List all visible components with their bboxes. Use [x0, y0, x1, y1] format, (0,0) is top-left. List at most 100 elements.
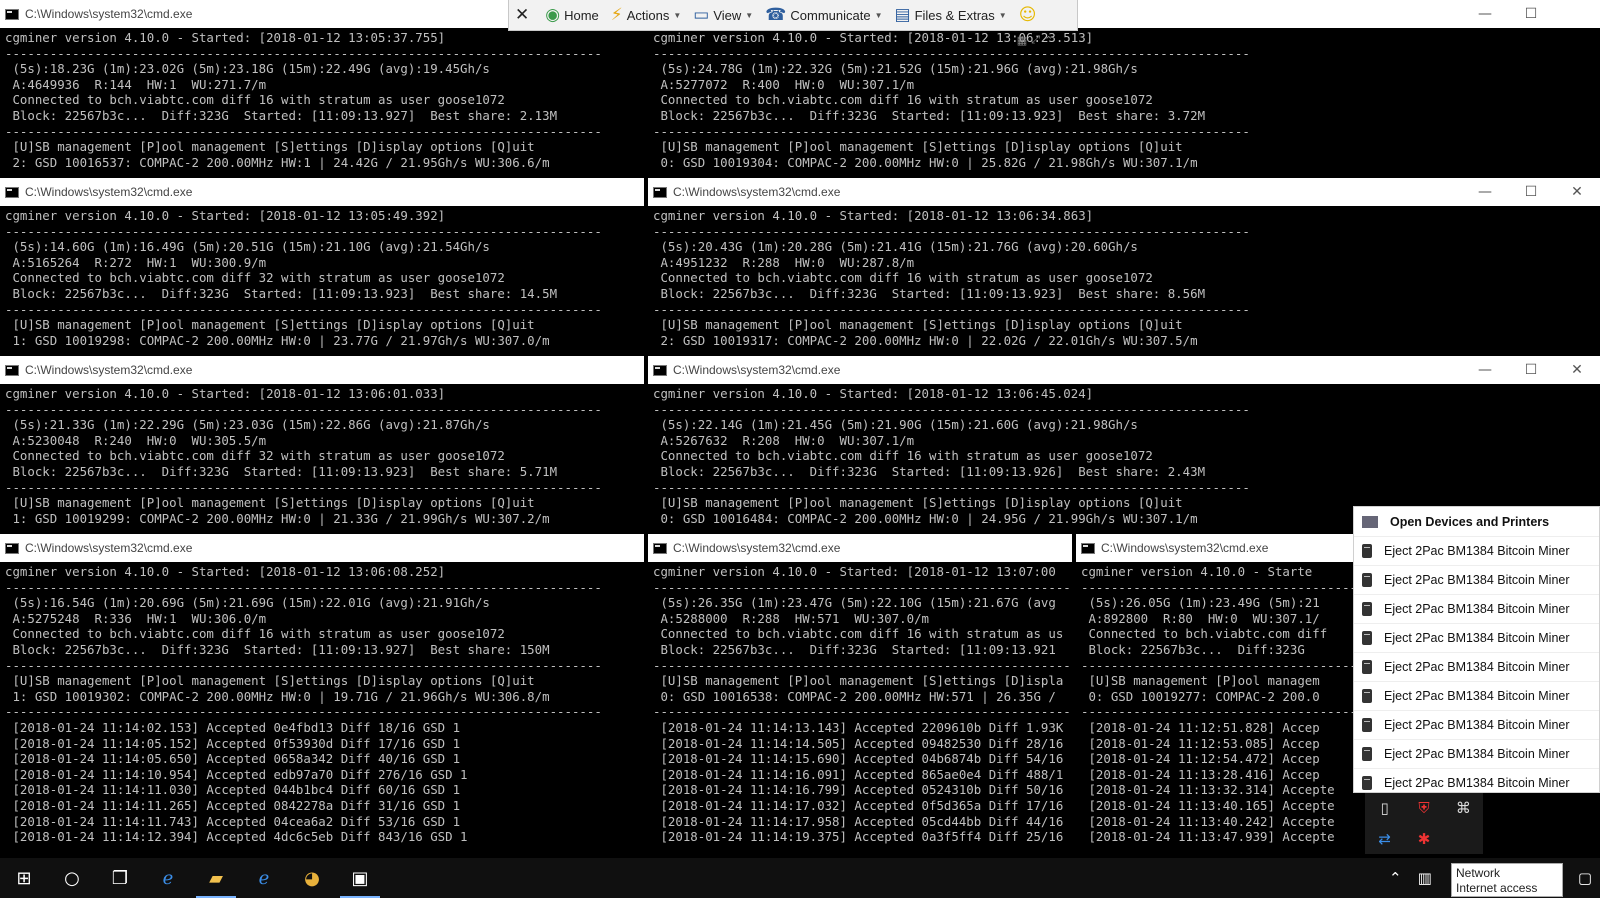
- eject-device-item[interactable]: Eject 2Pac BM1384 Bitcoin Miner: [1354, 681, 1599, 710]
- eject-device-item[interactable]: Eject 2Pac BM1384 Bitcoin Miner: [1354, 536, 1599, 565]
- window-titlebar[interactable]: C:\Windows\system32\cmd.exe — ☐ ✕: [648, 356, 1600, 384]
- usb-device-icon: [1362, 747, 1372, 761]
- minimize-icon[interactable]: —: [1462, 0, 1508, 28]
- usb-eject-icon[interactable]: ▯: [1381, 799, 1389, 817]
- toolbar-files[interactable]: ▤ Files & Extras ▼: [889, 0, 1013, 30]
- cmd-window-6[interactable]: C:\Windows\system32\cmd.exe — ☐ ✕ cgminer …: [648, 356, 1600, 530]
- cmd-icon: [5, 8, 19, 20]
- cmd-icon: [5, 542, 19, 554]
- console-line: cgminer version 4.10.0 - Started: [2018-…: [653, 208, 1094, 223]
- grid-icon[interactable]: ▦: [1017, 34, 1027, 47]
- console-line: [2018-01-24 11:14:05.152] Accepted 0f539…: [5, 735, 461, 751]
- notification-icon[interactable]: ▢: [1570, 869, 1600, 887]
- console-output[interactable]: cgminer version 4.10.0 - Started: [2018-…: [0, 206, 644, 348]
- console-line: A:5288000 R:288 HW:571 WU:307.0/m: [653, 610, 930, 626]
- console-line: [2018-01-24 11:14:19.375] Accepted 0a3f5…: [653, 829, 1064, 845]
- window-titlebar[interactable]: C:\Windows\system32\cmd.exe — ☐ ✕: [648, 178, 1600, 206]
- close-icon[interactable]: ✕: [1554, 178, 1600, 206]
- security-icon[interactable]: ⛨: [1418, 799, 1429, 817]
- chrome-button[interactable]: ◕: [288, 858, 336, 898]
- toolbar-view[interactable]: ▭ View ▼: [687, 0, 759, 30]
- open-devices-and-printers[interactable]: Open Devices and Printers: [1354, 507, 1599, 536]
- console-line: ----------------------------------------…: [5, 479, 602, 495]
- console-line: cgminer version 4.10.0 - Started: [2018-…: [5, 208, 446, 223]
- close-icon[interactable]: ✕: [1554, 356, 1600, 384]
- cmd-window-5[interactable]: C:\Windows\system32\cmd.exe cgminer vers…: [0, 356, 644, 530]
- cmd-taskbar-button[interactable]: ▣: [336, 858, 384, 898]
- console-line: Block: 22567b3c... Diff:323G Started: [1…: [5, 107, 558, 123]
- eject-device-item[interactable]: Eject 2Pac BM1384 Bitcoin Miner: [1354, 652, 1599, 681]
- start-button[interactable]: ⊞: [0, 858, 48, 898]
- fullscreen-icon[interactable]: ⤢: [1031, 33, 1040, 47]
- console-line: cgminer version 4.10.0 - Started: [2018-…: [5, 564, 446, 579]
- window-titlebar[interactable]: C:\Windows\system32\cmd.exe: [0, 178, 644, 206]
- edge-button[interactable]: ℯ: [144, 858, 192, 898]
- close-icon[interactable]: [1554, 0, 1600, 28]
- remote-app-icon[interactable]: ⇄: [1378, 830, 1391, 848]
- console-line: [2018-01-24 11:13:40.242] Accepte 193/32…: [1081, 813, 1469, 829]
- console-line: [2018-01-24 11:13:40.165] Accepte 62/32 …: [1081, 797, 1462, 813]
- console-line: [2018-01-24 11:14:12.394] Accepted 4dc6c…: [5, 829, 468, 845]
- usb-device-icon: [1362, 602, 1372, 616]
- minimize-icon[interactable]: —: [1462, 356, 1508, 384]
- console-output[interactable]: cgminer version 4.10.0 - Started: [2018-…: [648, 206, 1600, 348]
- eject-device-item[interactable]: Eject 2Pac BM1384 Bitcoin Miner: [1354, 768, 1599, 797]
- eject-device-item[interactable]: Eject 2Pac BM1384 Bitcoin Miner: [1354, 594, 1599, 623]
- cmd-window-4[interactable]: C:\Windows\system32\cmd.exe — ☐ ✕ cgminer …: [648, 178, 1600, 352]
- eject-device-item[interactable]: Eject 2Pac BM1384 Bitcoin Miner: [1354, 565, 1599, 594]
- maximize-icon[interactable]: ☐: [1508, 0, 1554, 28]
- toolbar-actions[interactable]: ⚡ Actions ▼: [605, 0, 688, 30]
- console-line: [2018-01-24 11:14:13.143] Accepted 22096…: [653, 719, 1064, 735]
- console-line: ----------------------------------------…: [653, 301, 1250, 317]
- console-output[interactable]: cgminer version 4.10.0 - Started: [2018-…: [648, 562, 1072, 845]
- cmd-window-3[interactable]: C:\Windows\system32\cmd.exe cgminer vers…: [0, 178, 644, 352]
- lightning-icon: ⚡: [610, 5, 623, 25]
- devices-popup-menu: Open Devices and Printers Eject 2Pac BM1…: [1353, 506, 1600, 793]
- minimize-icon[interactable]: —: [1462, 178, 1508, 206]
- console-line: [U]SB management [P]ool management [S]et…: [5, 139, 535, 155]
- maximize-icon[interactable]: ☐: [1508, 178, 1554, 206]
- task-view-button[interactable]: ❐: [96, 858, 144, 898]
- chevron-up-icon[interactable]: ⌃: [1381, 869, 1410, 887]
- console-output[interactable]: cgminer version 4.10.0 - Started: [2018-…: [0, 28, 644, 170]
- console-line: [2018-01-24 11:14:11.030] Accepted 044b1…: [5, 782, 461, 798]
- window-titlebar[interactable]: C:\Windows\system32\cmd.exe: [0, 356, 644, 384]
- task-view-icon: ❐: [111, 867, 129, 889]
- cmd-window-8[interactable]: C:\Windows\system32\cmd.exe cgminer vers…: [648, 534, 1072, 858]
- collapse-icon[interactable]: ⌃: [1044, 34, 1053, 47]
- console-output[interactable]: cgminer version 4.10.0 - Started: [2018-…: [0, 384, 644, 526]
- network-icon[interactable]: ⌘: [1456, 799, 1471, 817]
- console-line: 0: GSD 10019304: COMPAC-2 200.00MHz HW:0…: [653, 154, 1198, 170]
- explorer-button[interactable]: ▰: [192, 858, 240, 898]
- app-tray-icon[interactable]: ✱: [1418, 830, 1431, 848]
- eject-device-item[interactable]: Eject 2Pac BM1384 Bitcoin Miner: [1354, 623, 1599, 652]
- console-line: A:5267632 R:208 HW:0 WU:307.1/m: [653, 432, 915, 448]
- toolbar-home[interactable]: ◉ Home: [539, 0, 605, 30]
- cmd-icon: [653, 542, 667, 554]
- cmd-window-7[interactable]: C:\Windows\system32\cmd.exe cgminer vers…: [0, 534, 644, 858]
- windows-icon: ⊞: [16, 867, 32, 889]
- printer-icon: [1362, 515, 1378, 528]
- window-titlebar[interactable]: C:\Windows\system32\cmd.exe: [0, 534, 644, 562]
- remote-toolbar: ✕ ◉ Home ⚡ Actions ▼ ▭ View ▼ ☎ Communicate ▼ ▤…: [508, 0, 1078, 31]
- ie-button[interactable]: ℯ: [240, 858, 288, 898]
- console-line: 1: GSD 10019302: COMPAC-2 200.00MHz HW:0…: [5, 688, 550, 704]
- home-icon: ◉: [545, 5, 561, 25]
- maximize-icon[interactable]: ☐: [1508, 356, 1554, 384]
- close-toolbar-button[interactable]: ✕: [509, 0, 539, 30]
- console-line: [2018-01-24 11:14:11.743] Accepted 04cea…: [5, 813, 461, 829]
- eject-device-item[interactable]: Eject 2Pac BM1384 Bitcoin Miner: [1354, 739, 1599, 768]
- console-output[interactable]: cgminer version 4.10.0 - Started: [2018-…: [648, 384, 1600, 526]
- window-titlebar[interactable]: C:\Windows\system32\cmd.exe: [648, 534, 1072, 562]
- console-line: ----------------------------------------…: [653, 123, 1250, 139]
- console-line: A:5165264 R:272 HW:1 WU:300.9/m: [5, 254, 267, 270]
- toolbar-feedback[interactable]: ☺: [1013, 0, 1047, 30]
- search-button[interactable]: ○: [48, 858, 96, 898]
- console-output[interactable]: cgminer version 4.10.0 - Started: [2018-…: [648, 28, 1600, 170]
- usb-device-icon: [1362, 573, 1372, 587]
- toolbar-communicate[interactable]: ☎ Communicate ▼: [759, 0, 888, 30]
- console-output[interactable]: cgminer version 4.10.0 - Started: [2018-…: [0, 562, 644, 845]
- close-icon: ✕: [515, 5, 530, 25]
- network-tray-icon[interactable]: ▥: [1410, 869, 1440, 887]
- eject-device-item[interactable]: Eject 2Pac BM1384 Bitcoin Miner: [1354, 710, 1599, 739]
